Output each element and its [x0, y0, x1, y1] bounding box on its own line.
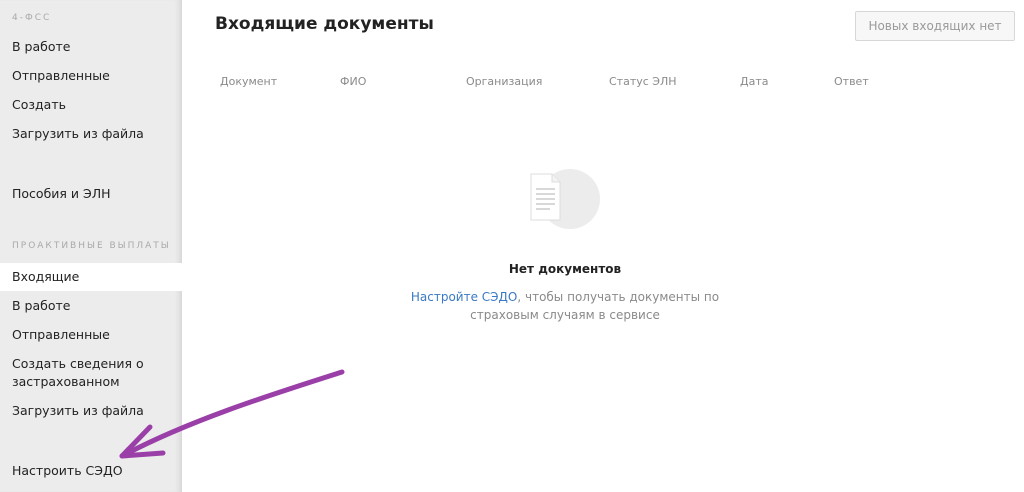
- empty-document-icon: [530, 169, 600, 229]
- sidebar-item-setup-sedo[interactable]: Настроить СЭДО: [0, 462, 182, 480]
- no-new-incoming-button[interactable]: Новых входящих нет: [855, 11, 1015, 41]
- sidebar-item-benefits[interactable]: Пособия и ЭЛН: [0, 185, 182, 203]
- column-header-answer[interactable]: Ответ: [834, 75, 869, 88]
- sidebar-item-sent[interactable]: Отправленные: [0, 67, 182, 85]
- sidebar-section-proactive: ПРОАКТИВНЫЕ ВЫПЛАТЫ: [12, 241, 171, 251]
- sidebar-section-4fss: 4-ФСС: [12, 13, 52, 23]
- empty-state-text: Настройте СЭДО, чтобы получать документы…: [398, 288, 732, 324]
- column-header-name[interactable]: ФИО: [340, 75, 366, 88]
- sidebar-item-create-insured-line1[interactable]: Создать сведения о: [0, 355, 182, 373]
- column-header-document[interactable]: Документ: [220, 75, 277, 88]
- sidebar-item-sent-proactive[interactable]: Отправленные: [0, 326, 182, 344]
- sidebar-item-incoming[interactable]: Входящие: [0, 263, 182, 291]
- page-title: Входящие документы: [215, 14, 434, 34]
- sidebar-item-upload-file[interactable]: Загрузить из файла: [0, 125, 182, 143]
- sidebar: 4-ФСС В работе Отправленные Создать Загр…: [0, 0, 182, 492]
- sidebar-item-in-work[interactable]: В работе: [0, 38, 182, 56]
- column-header-date[interactable]: Дата: [740, 75, 768, 88]
- sidebar-item-in-work-proactive[interactable]: В работе: [0, 297, 182, 315]
- column-header-eln-status[interactable]: Статус ЭЛН: [609, 75, 677, 88]
- empty-state-title: Нет документов: [508, 262, 622, 276]
- setup-sedo-link[interactable]: Настройте СЭДО: [411, 290, 518, 304]
- sidebar-item-create[interactable]: Создать: [0, 96, 182, 114]
- sidebar-item-upload-file-proactive[interactable]: Загрузить из файла: [0, 402, 182, 420]
- column-header-organization[interactable]: Организация: [466, 75, 542, 88]
- sidebar-item-create-insured-line2[interactable]: застрахованном: [0, 373, 182, 391]
- main-content: Входящие документы Новых входящих нет До…: [182, 0, 1024, 492]
